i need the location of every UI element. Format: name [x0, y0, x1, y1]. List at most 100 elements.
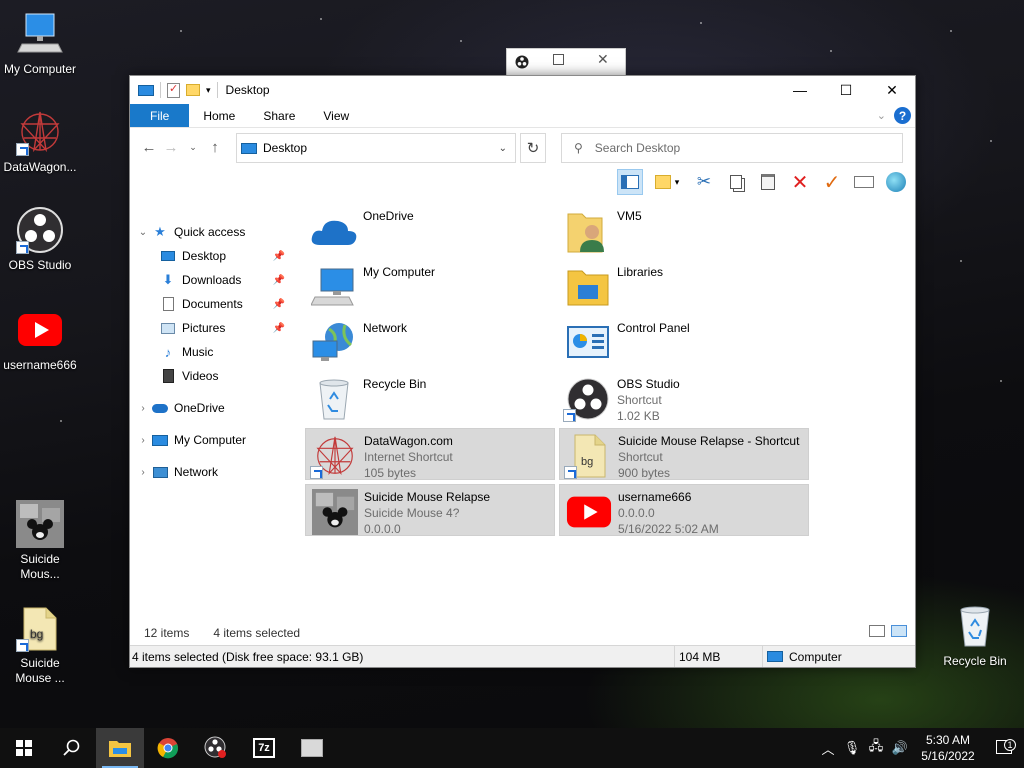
notifications-icon[interactable]: 1 [984, 738, 1024, 757]
item-count: 12 items [144, 626, 190, 640]
desktop-icon-label: Suicide Mous... [20, 552, 60, 581]
tab-home[interactable]: Home [189, 104, 249, 127]
nav-item-documents[interactable]: Documents 📌 [130, 292, 295, 316]
minimize-button[interactable]: — [777, 76, 823, 104]
cut-icon[interactable]: ✂ [691, 169, 717, 195]
file-explorer-window: ✓ ▾ Desktop — ☐ ✕ File Home Share View ⌄… [129, 75, 916, 668]
tab-view[interactable]: View [309, 104, 363, 127]
nav-quick-access[interactable]: ⌄ ★ Quick access [130, 220, 295, 244]
tab-share[interactable]: Share [249, 104, 309, 127]
globe-icon[interactable] [883, 169, 909, 195]
item-name: Suicide Mouse Relapse - Shortcut [618, 434, 800, 448]
desktop-folder-icon [160, 248, 176, 264]
nav-network[interactable]: › Network [130, 460, 295, 484]
libraries-icon [563, 264, 613, 310]
new-folder-icon[interactable] [186, 84, 200, 96]
customize-qat-icon[interactable]: ▾ [206, 85, 211, 96]
desktop-icon-datawagon[interactable]: DataWagon... [0, 108, 80, 175]
nav-onedrive[interactable]: › OneDrive [130, 396, 295, 420]
help-icon[interactable]: ? [894, 107, 911, 124]
taskbar-vm[interactable] [288, 728, 336, 768]
nav-item-downloads[interactable]: ⬇ Downloads 📌 [130, 268, 295, 292]
up-icon[interactable]: ↑ [204, 139, 226, 156]
list-item-obs-studio[interactable]: OBS Studio Shortcut 1.02 KB [559, 372, 809, 424]
taskbar-file-explorer[interactable] [96, 728, 144, 768]
list-item-username666[interactable]: username666 0.0.0.0 5/16/2022 5:02 AM [559, 484, 809, 536]
computer-icon [152, 432, 168, 448]
list-item-libraries[interactable]: Libraries [559, 260, 809, 312]
back-icon[interactable]: ← [138, 139, 160, 156]
pin-icon[interactable]: 📌 [273, 251, 285, 262]
tab-file[interactable]: File [130, 104, 190, 127]
list-item-vm5[interactable]: VM5 [559, 204, 809, 256]
taskbar-7zip[interactable]: 7z [240, 728, 288, 768]
list-item-onedrive[interactable]: OneDrive [305, 204, 555, 256]
search-button[interactable] [48, 728, 96, 768]
title-bar[interactable]: ✓ ▾ Desktop — ☐ ✕ [130, 76, 915, 104]
tiles-view-icon[interactable] [891, 625, 907, 637]
list-item-control-panel[interactable]: Control Panel [559, 316, 809, 368]
paste-icon[interactable] [755, 169, 781, 195]
copy-icon[interactable] [723, 169, 749, 195]
list-item-network[interactable]: Network [305, 316, 555, 368]
expand-chevron-icon[interactable]: › [134, 435, 152, 446]
nav-item-desktop[interactable]: Desktop 📌 [130, 244, 295, 268]
recent-locations-icon[interactable]: ⌄ [182, 142, 204, 153]
expand-chevron-icon[interactable]: › [134, 403, 152, 414]
properties-icon[interactable]: ✓ [167, 82, 180, 98]
close-icon[interactable]: ✕ [597, 51, 609, 68]
my-computer-icon [16, 10, 64, 58]
expand-chevron-icon[interactable]: › [134, 467, 152, 478]
expand-ribbon-icon[interactable]: ⌄ [877, 109, 886, 122]
computer-icon [767, 651, 783, 662]
refresh-icon[interactable]: ↻ [520, 133, 546, 163]
nav-my-computer[interactable]: › My Computer [130, 428, 295, 452]
list-item-suicide-mouse-shortcut[interactable]: bg Suicide Mouse Relapse - Shortcut Shor… [559, 428, 809, 480]
pin-icon[interactable]: 📌 [273, 299, 285, 310]
layout-icon[interactable]: ▾ [649, 169, 685, 195]
close-button[interactable]: ✕ [869, 76, 915, 104]
desktop-icon-recycle-bin[interactable]: Recycle Bin [935, 602, 1015, 669]
microphone-icon[interactable]: 🎙 [840, 740, 864, 756]
pin-icon[interactable]: 📌 [273, 275, 285, 286]
desktop-icon-suicide-mouse[interactable]: Suicide Mous... [0, 500, 80, 582]
maximize-icon[interactable] [553, 54, 564, 65]
rename-checkmark-icon[interactable]: ✓ [819, 169, 845, 195]
delete-icon[interactable]: ✕ [787, 169, 813, 195]
desktop-icon-suicide-mouse-shortcut[interactable]: bg Suicide Mouse ... [0, 604, 80, 686]
show-hidden-icons-icon[interactable]: ︿ [816, 739, 840, 758]
maximize-button[interactable]: ☐ [823, 76, 869, 104]
taskbar-obs[interactable] [192, 728, 240, 768]
forward-icon[interactable]: → [160, 139, 182, 156]
item-name: VM5 [617, 209, 642, 223]
properties-card-icon[interactable] [851, 169, 877, 195]
address-dropdown-icon[interactable]: ⌄ [499, 143, 507, 154]
pin-icon[interactable]: 📌 [273, 323, 285, 334]
desktop-icon-obs[interactable]: OBS Studio [0, 206, 80, 273]
list-item-my-computer[interactable]: My Computer [305, 260, 555, 312]
svg-text:bg: bg [581, 456, 593, 468]
list-item-suicide-mouse-relapse[interactable]: Suicide Mouse Relapse Suicide Mouse 4? 0… [305, 484, 555, 536]
address-bar[interactable]: Desktop ⌄ [236, 133, 516, 163]
collapse-chevron-icon[interactable]: ⌄ [134, 227, 152, 238]
list-item-recycle-bin[interactable]: Recycle Bin [305, 372, 555, 424]
search-input[interactable]: ⚲ Search Desktop [561, 133, 903, 163]
details-view-icon[interactable] [869, 625, 885, 637]
start-button[interactable] [0, 728, 48, 768]
taskbar-chrome[interactable] [144, 728, 192, 768]
list-item-datawagon[interactable]: DataWagon.com Internet Shortcut 105 byte… [305, 428, 555, 480]
search-placeholder: Search Desktop [594, 141, 681, 155]
preview-pane-icon[interactable] [617, 169, 643, 195]
nav-item-videos[interactable]: Videos [130, 364, 295, 388]
taskbar: 7z ︿ 🎙 🖧 🔊 5:30 AM 5/16/2022 1 [0, 728, 1024, 768]
desktop-icon-my-computer[interactable]: My Computer [0, 10, 80, 77]
volume-icon[interactable]: 🔊 [888, 740, 912, 756]
window-icon[interactable] [138, 84, 154, 96]
obs-background-window[interactable]: ✕ [506, 48, 626, 76]
network-status-icon[interactable]: 🖧 [864, 737, 888, 759]
nav-item-music[interactable]: ♪ Music [130, 340, 295, 364]
desktop-icon-username666[interactable]: username666 [0, 306, 80, 373]
item-type: Shortcut [618, 450, 663, 464]
clock[interactable]: 5:30 AM 5/16/2022 [912, 732, 984, 764]
nav-item-pictures[interactable]: Pictures 📌 [130, 316, 295, 340]
